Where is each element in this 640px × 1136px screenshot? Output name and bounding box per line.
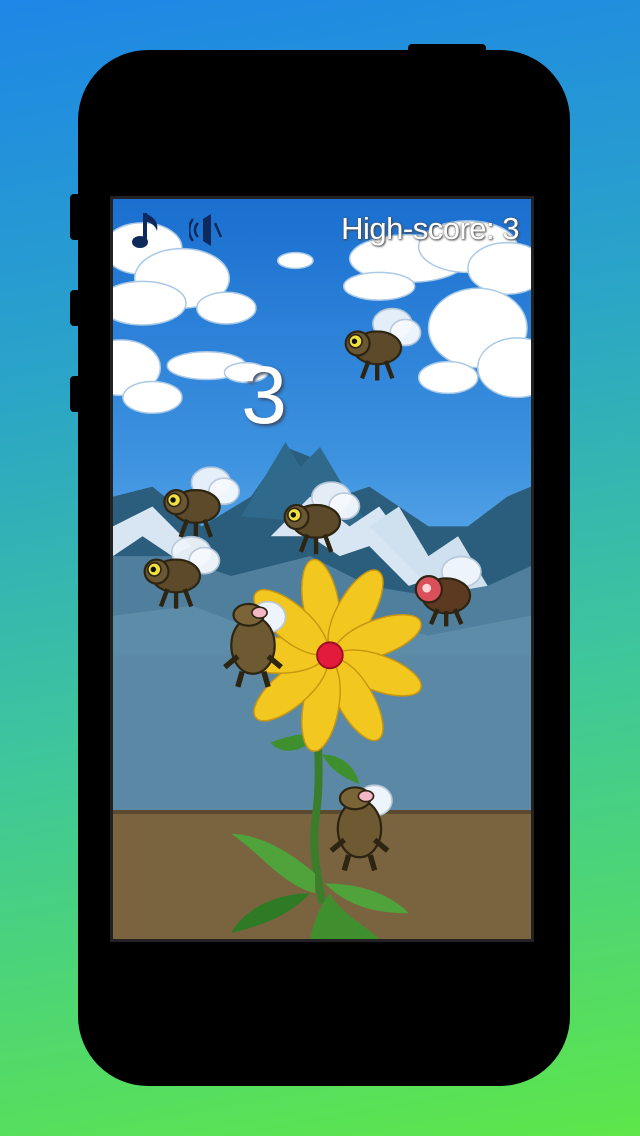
sound-toggle-button[interactable] xyxy=(188,213,225,252)
bug-enemy xyxy=(225,602,286,687)
flies-layer xyxy=(113,199,531,939)
fly-enemy xyxy=(145,537,220,609)
current-score: 3 xyxy=(241,350,287,441)
speaker-muted-icon xyxy=(188,214,223,246)
fly-enemy xyxy=(164,467,239,539)
game-screen[interactable]: High-score: 3 3 xyxy=(110,196,534,942)
fly-enemy xyxy=(285,482,360,554)
music-note-icon xyxy=(132,213,158,248)
player-bug[interactable] xyxy=(331,785,392,870)
music-toggle-button[interactable] xyxy=(131,209,163,258)
highscore-label: High-score: 3 xyxy=(341,211,519,246)
fly-enemy-red xyxy=(416,557,481,627)
